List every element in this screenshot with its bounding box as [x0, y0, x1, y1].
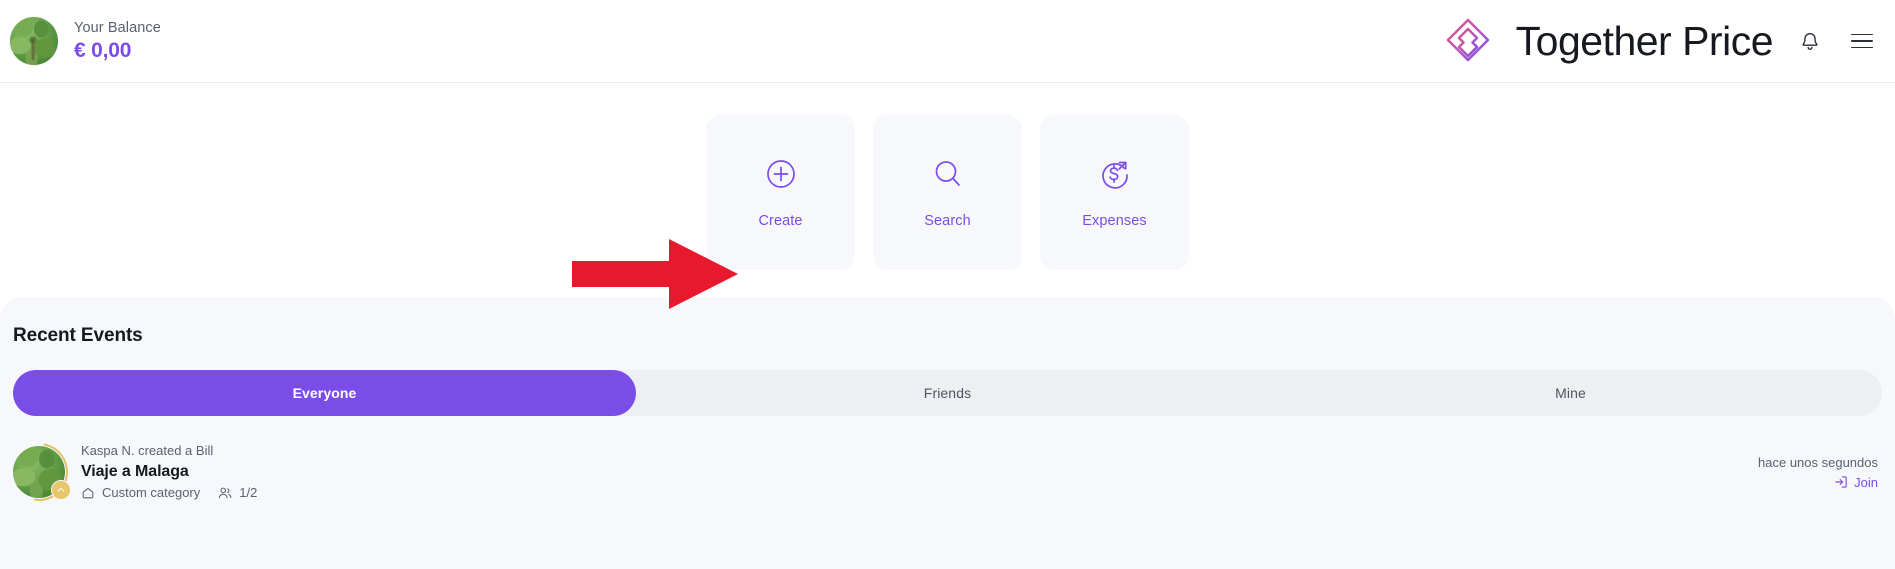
avatar-badge-icon	[51, 480, 71, 500]
tab-everyone[interactable]: Everyone	[13, 370, 636, 416]
event-members-count: 1/2	[239, 485, 258, 500]
bell-icon[interactable]	[1795, 26, 1825, 56]
tab-friends[interactable]: Friends	[636, 370, 1259, 416]
event-category: Custom category	[102, 485, 201, 500]
balance-amount: € 0,00	[74, 39, 132, 62]
event-subtitle: Kaspa N. created a Bill	[81, 443, 214, 458]
quick-action-label: Search	[924, 212, 971, 229]
brand-title: Together Price	[1515, 18, 1774, 64]
people-icon	[218, 486, 232, 500]
avatar[interactable]	[10, 17, 58, 65]
top-header-bar: Your Balance € 0,00 Together Price	[0, 0, 1895, 83]
balance-label: Your Balance	[74, 20, 161, 36]
together-price-logo-icon	[1442, 15, 1494, 67]
plus-circle-icon	[764, 157, 798, 191]
balance-text-group: Your Balance € 0,00	[74, 18, 161, 64]
quick-action-create[interactable]: Create	[706, 115, 855, 270]
event-timestamp: hace unos segundos	[1758, 454, 1878, 470]
quick-action-label: Create	[758, 212, 803, 229]
house-icon	[81, 486, 95, 500]
tab-label: Mine	[1555, 385, 1586, 401]
quick-action-expenses[interactable]: Expenses	[1040, 115, 1189, 270]
enter-arrow-icon	[1834, 475, 1848, 489]
tab-label: Everyone	[292, 385, 357, 401]
event-title: Viaje a Malaga	[81, 463, 189, 480]
recent-events-title: Recent Events	[13, 325, 143, 346]
event-text-block: Kaspa N. created a Bill Viaje a Malaga C…	[81, 442, 257, 502]
join-button[interactable]: Join	[1834, 475, 1878, 490]
event-avatar	[0, 431, 80, 513]
quick-action-label: Expenses	[1082, 212, 1147, 229]
dollar-circle-arrow-icon	[1098, 157, 1132, 191]
quick-actions-section: Create Search Expenses	[0, 83, 1895, 309]
quick-action-search[interactable]: Search	[873, 115, 1022, 270]
balance-summary: Your Balance € 0,00	[10, 17, 161, 65]
events-filter-tabs: Everyone Friends Mine	[13, 370, 1882, 416]
magnifier-icon	[931, 157, 965, 191]
hamburger-bars	[1851, 33, 1873, 49]
recent-events-panel: Recent Events Everyone Friends Mine Kasp…	[0, 297, 1895, 569]
event-right-block: hace unos segundos Join	[1758, 455, 1878, 490]
hamburger-menu-icon[interactable]	[1847, 26, 1877, 56]
join-label: Join	[1854, 474, 1878, 490]
brand-and-controls: Together Price	[1442, 0, 1877, 82]
avatar-progress-ring	[0, 431, 80, 513]
list-item[interactable]: Kaspa N. created a Bill Viaje a Malaga C…	[0, 431, 1882, 513]
quick-actions-row: Create Search Expenses	[0, 115, 1895, 270]
tab-mine[interactable]: Mine	[1259, 370, 1882, 416]
tab-label: Friends	[923, 385, 972, 401]
event-meta: Custom category 1/2	[81, 484, 257, 502]
